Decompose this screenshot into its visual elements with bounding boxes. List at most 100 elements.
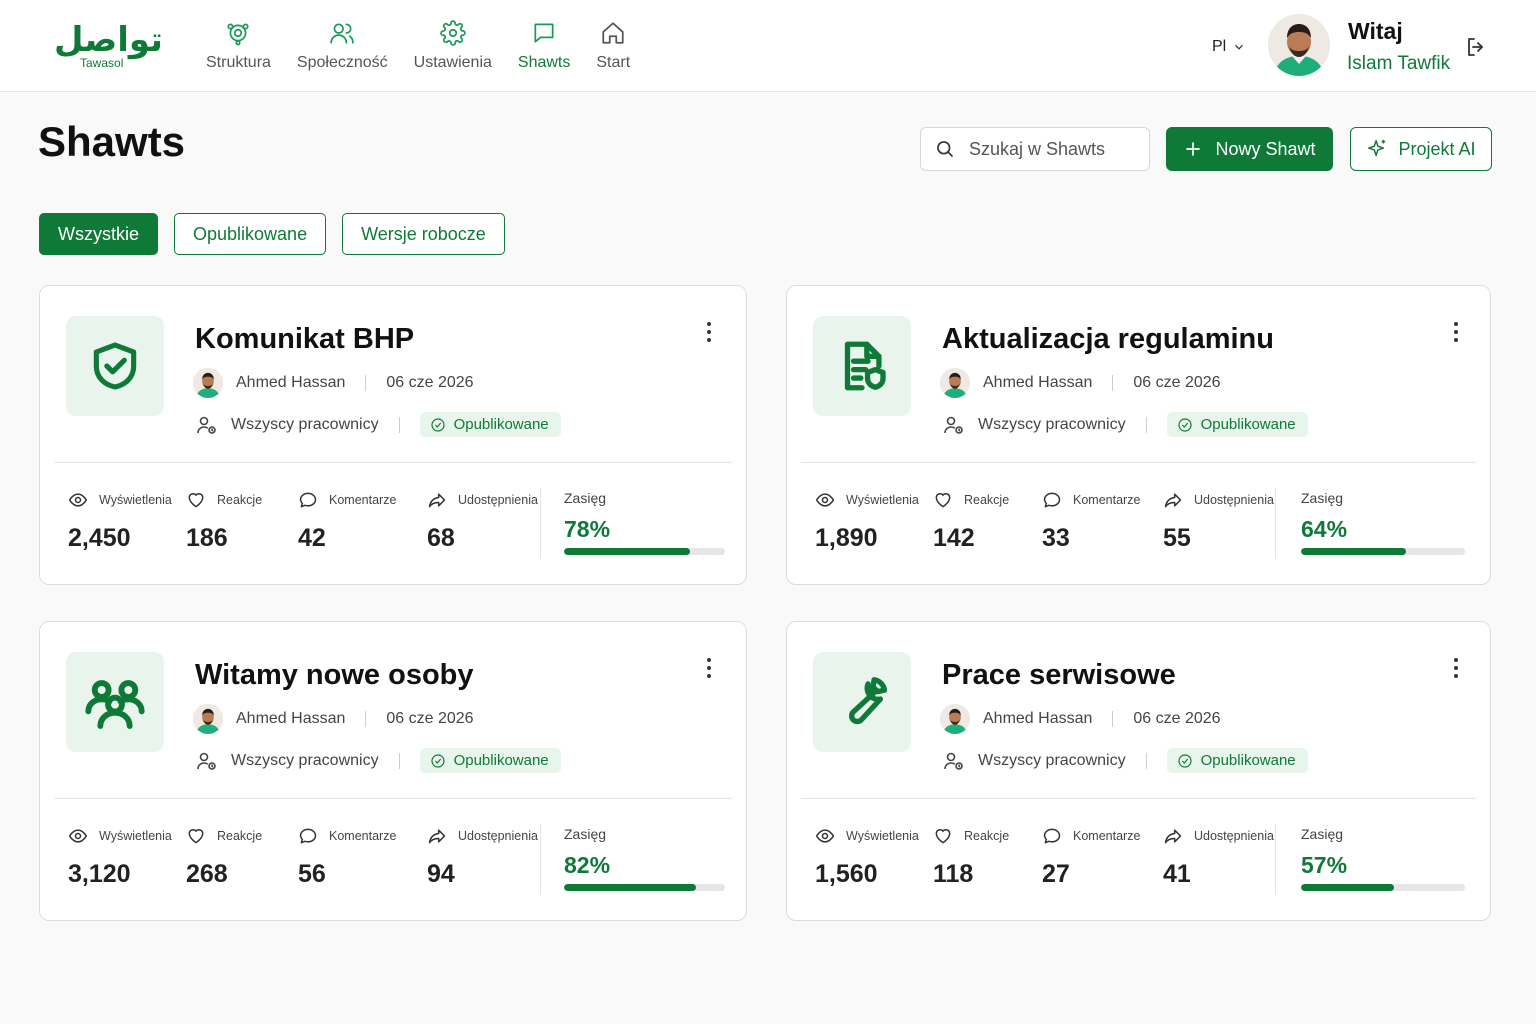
reach-label: Zasięg	[564, 826, 607, 842]
share-icon	[1164, 493, 1182, 508]
shawt-card[interactable]: Prace serwisowe Ahmed Hassan 06 cze 2026…	[786, 621, 1491, 921]
eye-icon	[68, 829, 88, 843]
nav-item-shawts[interactable]: Shawts	[518, 20, 570, 72]
stat-value: 55	[1163, 524, 1191, 552]
shawt-card[interactable]: Komunikat BHP Ahmed Hassan 06 cze 2026 W…	[39, 285, 747, 585]
audience-icon	[944, 416, 963, 434]
card-icon-tile	[813, 316, 911, 416]
reach-progress-fill	[564, 548, 690, 555]
stat-label: Udostępnienia	[1194, 829, 1274, 843]
stat-views: Wyświetlenia 3,120	[68, 826, 172, 889]
author-avatar	[940, 368, 970, 398]
more-options-button[interactable]	[704, 658, 714, 682]
author-name: Ahmed Hassan	[236, 710, 346, 727]
status-badge: Opublikowane	[1166, 748, 1308, 773]
status-badge: Opublikowane	[1166, 412, 1308, 437]
card-title[interactable]: Komunikat BHP	[195, 323, 414, 356]
page-title: Shawts	[38, 118, 186, 165]
reach-progress-bar	[564, 884, 725, 891]
author-name: Ahmed Hassan	[236, 374, 346, 391]
new-shawt-label: Nowy Shawt	[1215, 138, 1316, 159]
search-icon	[937, 141, 954, 158]
heart-icon	[188, 493, 204, 508]
more-options-button[interactable]	[1451, 322, 1461, 346]
stat-value: 94	[427, 860, 455, 888]
nav-item-spolecznosc[interactable]: Społeczność	[297, 20, 388, 72]
card-divider	[801, 462, 1476, 463]
stat-value: 1,560	[815, 860, 878, 888]
author-avatar	[193, 704, 223, 734]
comment-icon	[1043, 828, 1061, 844]
shawt-card[interactable]: Witamy nowe osoby Ahmed Hassan 06 cze 20…	[39, 621, 747, 921]
stat-label: Udostępnienia	[458, 829, 538, 843]
filter-drafts[interactable]: Wersje robocze	[342, 213, 505, 255]
status-label: Opublikowane	[453, 752, 549, 769]
status-badge: Opublikowane	[419, 748, 561, 773]
status-label: Opublikowane	[453, 416, 549, 433]
more-options-button[interactable]	[704, 322, 714, 346]
ai-project-button[interactable]: Projekt AI	[1350, 127, 1492, 171]
card-meta: Ahmed Hassan 06 cze 2026	[940, 368, 1221, 398]
share-icon	[428, 829, 446, 844]
user-name: Islam Tawfik	[1347, 53, 1451, 74]
user-avatar[interactable]	[1268, 14, 1330, 76]
eye-icon	[815, 493, 835, 507]
check-circle-icon	[1177, 417, 1192, 432]
stat-comments: Komentarze 33	[1042, 490, 1140, 553]
logo-subtitle: Tawasol	[80, 56, 124, 70]
nav-item-ustawienia[interactable]: Ustawienia	[414, 20, 492, 72]
stat-label: Wyświetlenia	[99, 493, 172, 507]
filter-all[interactable]: Wszystkie	[39, 213, 158, 255]
more-options-button[interactable]	[1451, 658, 1461, 682]
stats-divider	[1275, 488, 1276, 558]
nav-label: Start	[596, 54, 631, 71]
reach-value: 57%	[1301, 852, 1348, 878]
heart-icon	[935, 829, 951, 844]
card-title[interactable]: Witamy nowe osoby	[195, 659, 474, 692]
logout-button[interactable]	[1464, 35, 1488, 59]
search-box[interactable]	[920, 127, 1150, 171]
reach-progress-bar	[1301, 548, 1465, 555]
heart-icon	[188, 829, 204, 844]
stat-views: Wyświetlenia 2,450	[68, 490, 172, 553]
stat-label: Udostępnienia	[1194, 493, 1274, 507]
status-badge: Opublikowane	[419, 412, 561, 437]
card-title[interactable]: Aktualizacja regulaminu	[942, 323, 1274, 356]
card-meta: Ahmed Hassan 06 cze 2026	[940, 704, 1221, 734]
stat-reach: Zasięg 82%	[564, 826, 610, 879]
stat-shares: Udostępnienia 68	[427, 490, 538, 553]
top-bar: تواصل Tawasol Struktura Społeczność Usta…	[0, 0, 1536, 92]
structure-icon	[227, 23, 250, 46]
app-logo[interactable]: تواصل Tawasol	[50, 18, 170, 74]
stat-value: 3,120	[68, 860, 131, 888]
post-date: 06 cze 2026	[1133, 374, 1221, 391]
language-selector[interactable]: Pl	[1212, 38, 1246, 56]
logout-icon	[1468, 38, 1483, 56]
shawt-card[interactable]: Aktualizacja regulaminu Ahmed Hassan 06 …	[786, 285, 1491, 585]
card-meta: Ahmed Hassan 06 cze 2026	[193, 704, 474, 734]
card-title[interactable]: Prace serwisowe	[942, 659, 1176, 692]
meta-divider	[1112, 375, 1114, 391]
author-name: Ahmed Hassan	[983, 374, 1093, 391]
filter-published[interactable]: Opublikowane	[174, 213, 327, 255]
stats-divider	[1275, 824, 1276, 894]
stat-label: Reakcje	[964, 493, 1010, 507]
post-date: 06 cze 2026	[1133, 710, 1221, 727]
stat-shares: Udostępnienia 41	[1163, 826, 1274, 889]
card-audience: Wszyscy pracownicy Opublikowane	[942, 412, 1308, 437]
stat-label: Komentarze	[329, 829, 397, 843]
audience-label: Wszyscy pracownicy	[231, 415, 379, 433]
stat-label: Reakcje	[964, 829, 1010, 843]
main-nav: Struktura Społeczność Ustawienia Shawts …	[206, 20, 656, 72]
document-shield-icon	[844, 341, 886, 391]
stat-views: Wyświetlenia 1,560	[815, 826, 919, 889]
new-shawt-button[interactable]: Nowy Shawt	[1166, 127, 1333, 171]
stat-reactions: Reakcje 268	[186, 826, 262, 889]
reach-value: 64%	[1301, 516, 1348, 542]
nav-item-start[interactable]: Start	[596, 20, 630, 72]
card-icon-tile	[66, 316, 164, 416]
nav-item-struktura[interactable]: Struktura	[206, 20, 271, 72]
audience-label: Wszyscy pracownicy	[978, 415, 1126, 433]
search-input[interactable]	[969, 138, 1139, 160]
stat-comments: Komentarze 27	[1042, 826, 1140, 889]
